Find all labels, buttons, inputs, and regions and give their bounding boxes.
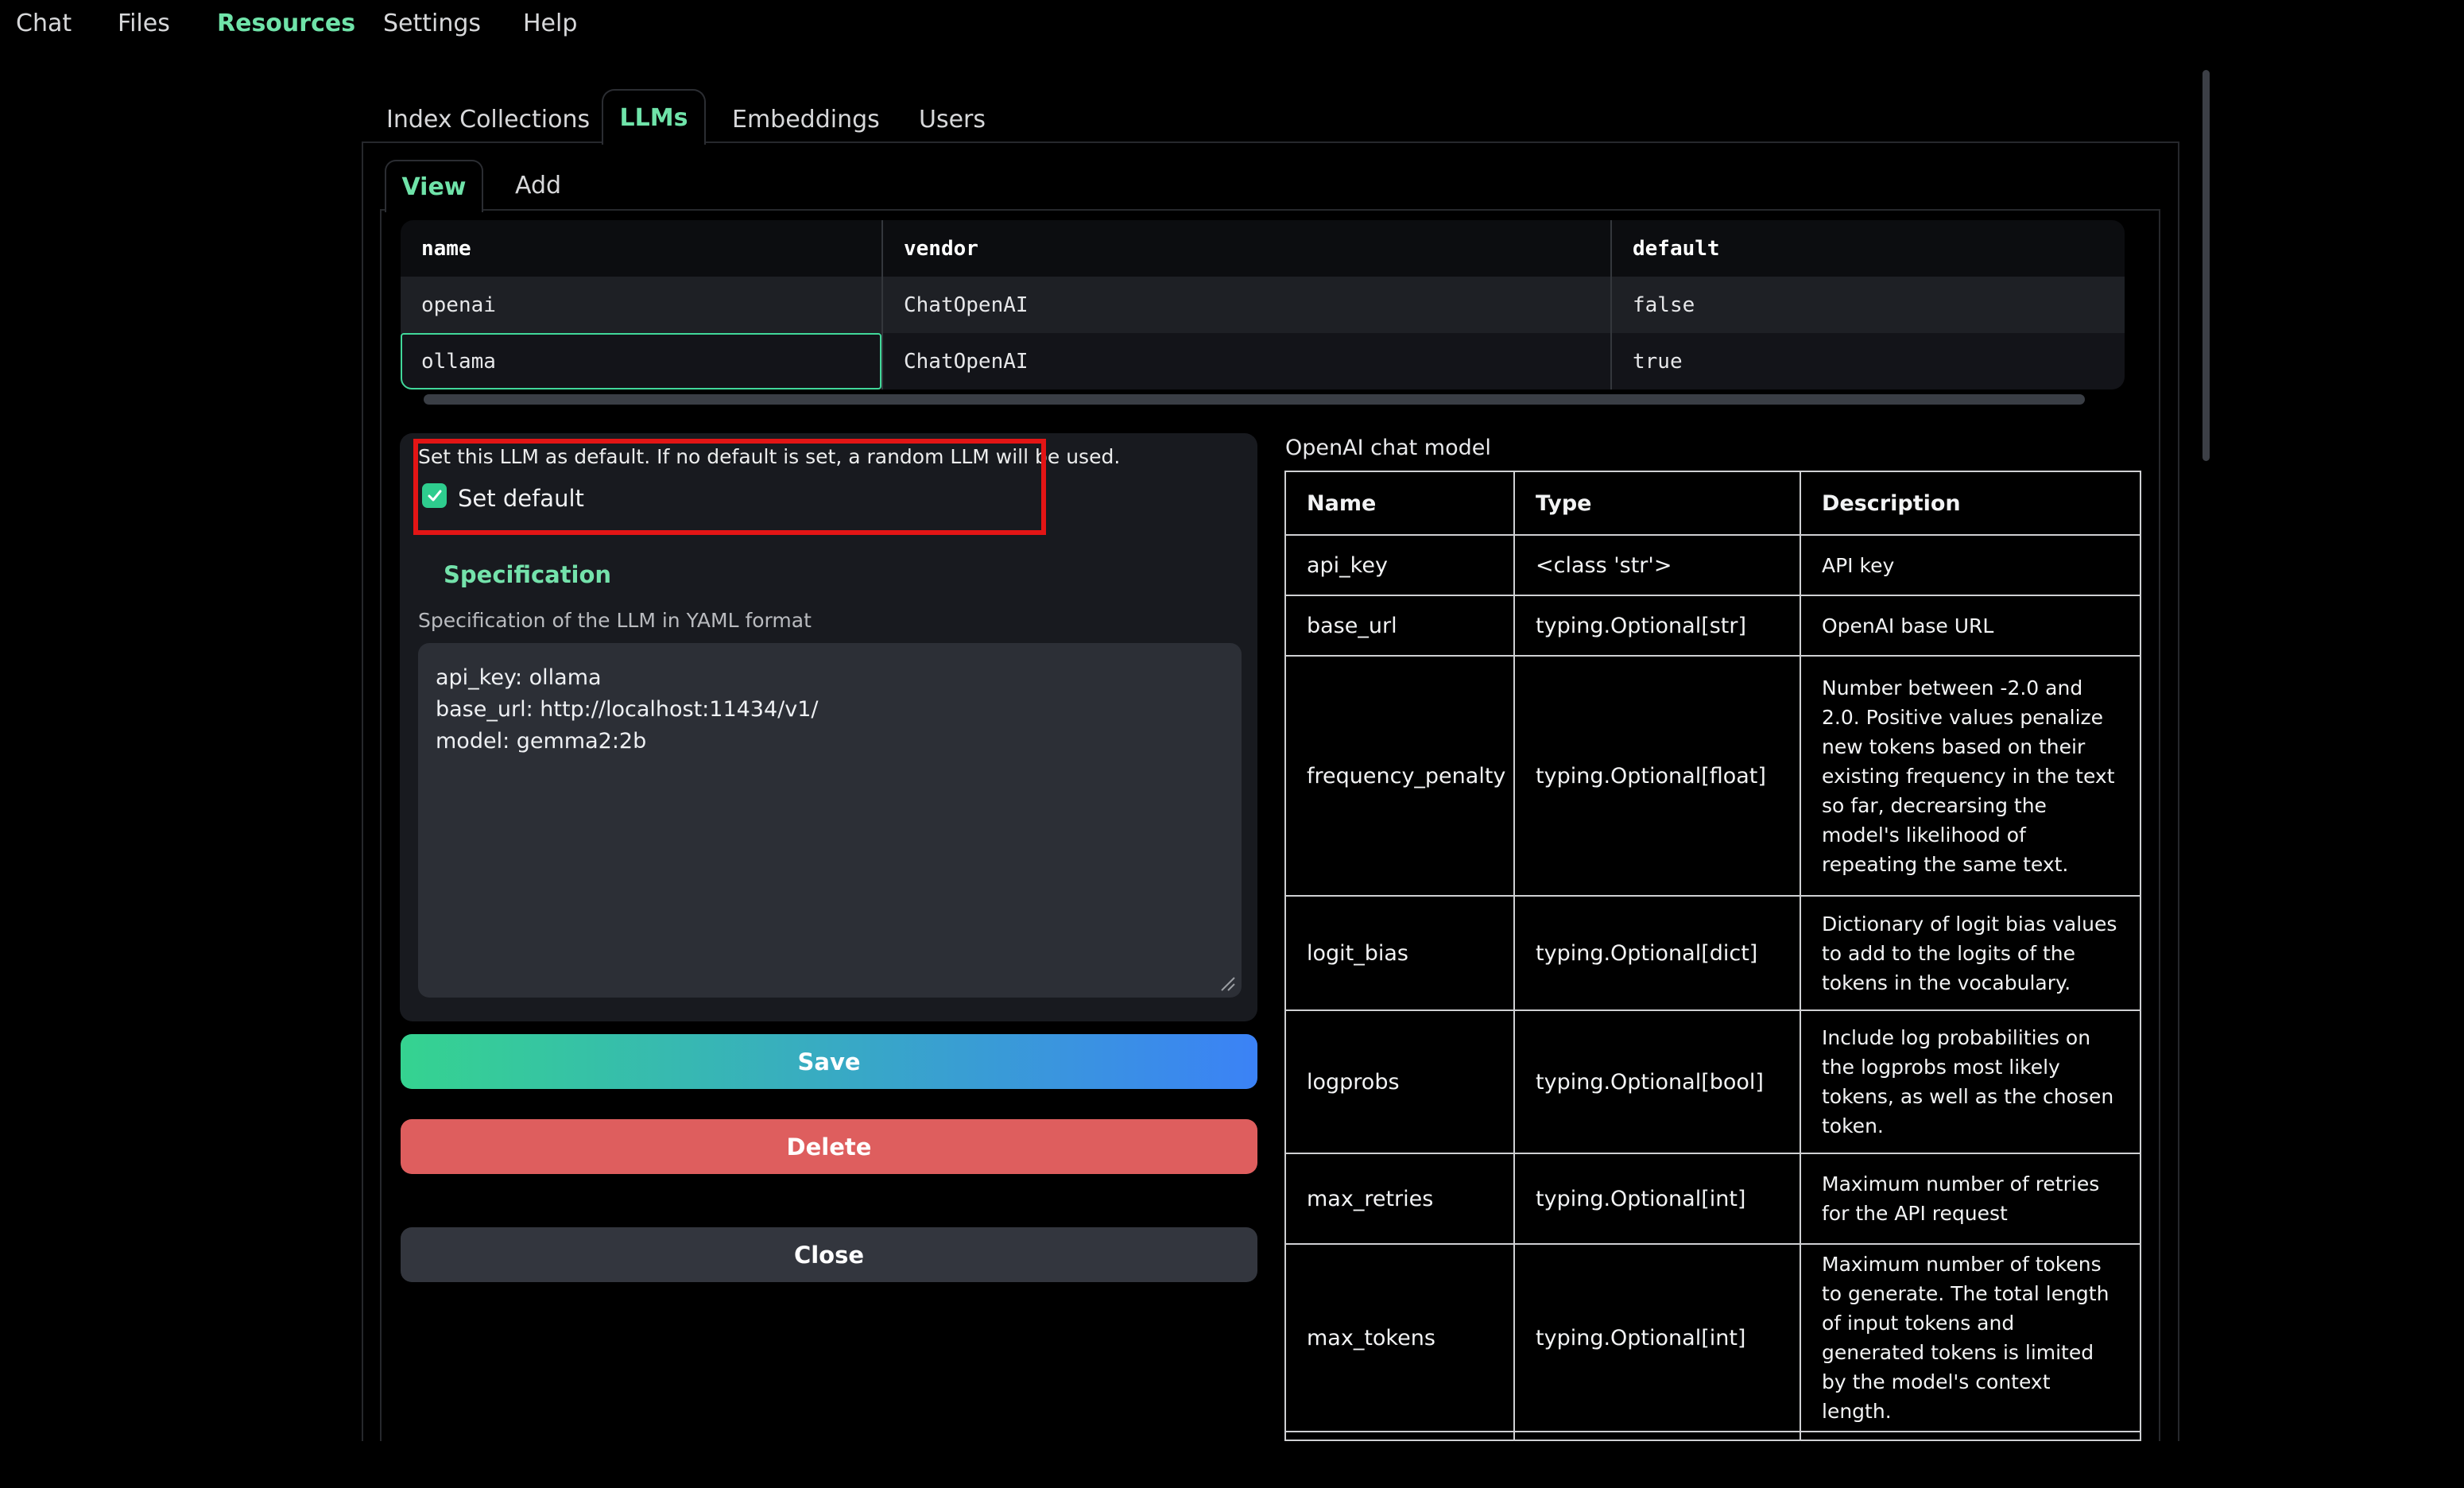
table-row: logprobs typing.Optional[bool] Include l…: [1286, 1009, 2140, 1153]
tab-embeddings[interactable]: Embeddings: [732, 106, 880, 134]
save-button[interactable]: Save: [401, 1034, 1257, 1089]
param-name: max_retries: [1286, 1154, 1513, 1243]
nav-item-chat[interactable]: Chat: [16, 10, 72, 37]
close-button[interactable]: Close: [401, 1227, 1257, 1282]
param-description: Maximum number of retries for the API re…: [1800, 1154, 2140, 1243]
subtab-view-label: View: [401, 173, 466, 201]
tab-users[interactable]: Users: [919, 106, 986, 134]
param-name: max_tokens: [1286, 1245, 1513, 1431]
nav-item-settings[interactable]: Settings: [383, 10, 481, 37]
param-name: [1286, 1432, 1513, 1441]
subtab-view[interactable]: View: [385, 160, 483, 212]
param-description: Dictionary of logit bias values to add t…: [1800, 897, 2140, 1009]
column-header-default: default: [1610, 220, 2125, 277]
table-row: frequency_penalty typing.Optional[float]…: [1286, 655, 2140, 895]
nav-item-files[interactable]: Files: [118, 10, 170, 37]
table-row: logit_bias typing.Optional[dict] Diction…: [1286, 895, 2140, 1009]
column-header-vendor: vendor: [881, 220, 1610, 277]
table-row-openai[interactable]: openai ChatOpenAI false: [401, 277, 2125, 333]
yaml-spec-textarea[interactable]: api_key: ollama base_url: http://localho…: [418, 643, 1242, 998]
cell-name[interactable]: openai: [401, 277, 881, 333]
docs-header-row: Name Type Description: [1286, 472, 2140, 534]
table-row: max_tokens typing.Optional[int] Maximum …: [1286, 1243, 2140, 1431]
cell-default[interactable]: false: [1610, 277, 2125, 333]
param-type: typing.Optional[int]: [1513, 1154, 1800, 1243]
param-description: Number between -2.0 and 2.0. Positive va…: [1800, 657, 2140, 895]
param-description: API key: [1800, 536, 2140, 595]
llm-list-table: name vendor default openai ChatOpenAI fa…: [401, 220, 2125, 389]
resize-handle-icon[interactable]: [1221, 977, 1235, 991]
param-name: logit_bias: [1286, 897, 1513, 1009]
column-header-description: Description: [1800, 472, 2140, 534]
nav-item-help[interactable]: Help: [523, 10, 577, 37]
specification-caption: Specification of the LLM in YAML format: [418, 609, 812, 632]
param-name: api_key: [1286, 536, 1513, 595]
nav-item-resources[interactable]: Resources: [217, 10, 355, 37]
param-name: logprobs: [1286, 1011, 1513, 1153]
tab-llms[interactable]: LLMs: [602, 89, 706, 145]
param-name: base_url: [1286, 596, 1513, 655]
docs-panel-title: OpenAI chat model: [1285, 436, 1491, 460]
check-icon: [427, 488, 443, 504]
param-type: [1513, 1432, 1800, 1441]
cell-name-selected[interactable]: ollama: [401, 333, 881, 389]
param-description: Maximum number of tokens to generate. Th…: [1800, 1245, 2140, 1431]
table-row: max_retries typing.Optional[int] Maximum…: [1286, 1153, 2140, 1243]
tab-llms-label: LLMs: [620, 104, 688, 132]
specification-heading: Specification: [444, 561, 611, 588]
param-type: <class 'str'>: [1513, 536, 1800, 595]
subtab-add[interactable]: Add: [515, 172, 561, 200]
param-name: frequency_penalty: [1286, 657, 1513, 895]
param-type: typing.Optional[float]: [1513, 657, 1800, 895]
llm-table-header-row: name vendor default: [401, 220, 2125, 277]
tab-index-collections[interactable]: Index Collections: [386, 106, 590, 134]
set-default-note: Set this LLM as default. If no default i…: [418, 445, 1120, 468]
table-row-partial: [1286, 1431, 2140, 1441]
model-params-table: Name Type Description api_key <class 'st…: [1284, 471, 2141, 1441]
column-header-type: Type: [1513, 472, 1800, 534]
table-row: base_url typing.Optional[str] OpenAI bas…: [1286, 595, 2140, 655]
column-header-name: name: [401, 220, 881, 277]
set-default-label: Set default: [458, 485, 584, 512]
delete-button[interactable]: Delete: [401, 1119, 1257, 1174]
param-type: typing.Optional[str]: [1513, 596, 1800, 655]
param-description: Include log probabilities on the logprob…: [1800, 1011, 2140, 1153]
set-default-checkbox[interactable]: [422, 483, 447, 508]
vertical-scrollbar-thumb[interactable]: [2202, 70, 2210, 461]
param-description: OpenAI base URL: [1800, 596, 2140, 655]
table-row: api_key <class 'str'> API key: [1286, 534, 2140, 595]
cell-vendor[interactable]: ChatOpenAI: [881, 333, 1610, 389]
param-type: typing.Optional[bool]: [1513, 1011, 1800, 1153]
horizontal-scrollbar-thumb[interactable]: [424, 394, 2085, 405]
cell-vendor[interactable]: ChatOpenAI: [881, 277, 1610, 333]
column-header-name: Name: [1286, 472, 1513, 534]
app-window: Chat Files Resources Settings Help Index…: [0, 0, 2464, 1488]
param-type: typing.Optional[dict]: [1513, 897, 1800, 1009]
param-type: typing.Optional[int]: [1513, 1245, 1800, 1431]
cell-default[interactable]: true: [1610, 333, 2125, 389]
param-description: [1800, 1432, 2140, 1441]
table-row-ollama[interactable]: ollama ChatOpenAI true: [401, 333, 2125, 389]
